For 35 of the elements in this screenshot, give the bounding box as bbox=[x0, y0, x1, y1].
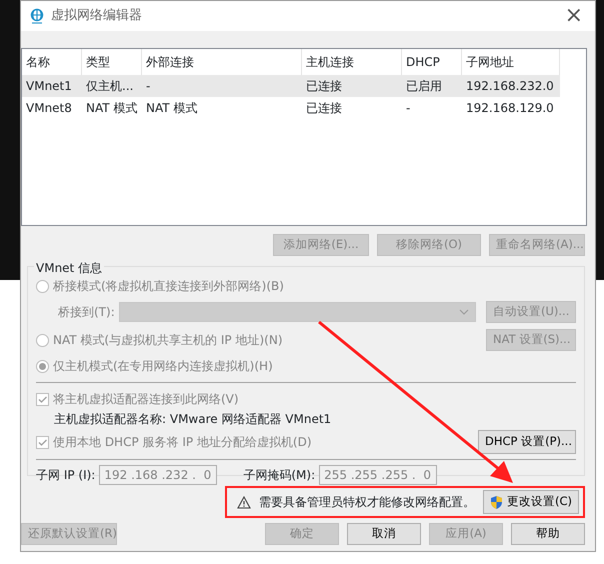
button[interactable]: DHCP 设置(P)... bbox=[478, 430, 576, 454]
radio-label: NAT 模式(与虚拟机共享主机的 IP 地址)(N) bbox=[53, 332, 283, 349]
shield-icon bbox=[490, 494, 503, 510]
group-title: VMnet 信息 bbox=[34, 259, 104, 277]
table-cell-text: 192.168.232.0 bbox=[465, 78, 555, 95]
notice-text: 需要具备管理员特权才能修改网络配置。 bbox=[258, 494, 475, 511]
table-cell-text: NAT 模式 bbox=[85, 100, 138, 117]
table-cell-text: VMnet1 bbox=[25, 78, 73, 95]
checkbox-label: 使用本地 DHCP 服务将 IP 地址分配给虚拟机(D) bbox=[53, 434, 312, 451]
selected-row[interactable]: VMnet1 仅主机... - 已连接 已启用 192.168.232.0 bbox=[22, 75, 560, 97]
radio-label: 桥接模式(将虚拟机直接连接到外部网络)(B) bbox=[53, 278, 284, 295]
table-cell-text: 已连接 bbox=[305, 78, 343, 95]
table-cell-text: 192.168.129.0 bbox=[465, 100, 555, 117]
button[interactable]: 取消 bbox=[347, 523, 421, 545]
table-cell-text: 仅主机... bbox=[85, 78, 134, 95]
table-cell-text: - bbox=[145, 78, 152, 95]
chevron-down-icon bbox=[459, 309, 469, 315]
globe-icon bbox=[29, 8, 45, 24]
checkbox-label: 将主机虚拟适配器连接到此网络(V) bbox=[53, 391, 239, 408]
field-label: 子网掩码(M): bbox=[243, 467, 316, 484]
warning-icon bbox=[236, 496, 251, 508]
table-cell-text: VMnet8 bbox=[25, 100, 73, 117]
field-label: 桥接到(T): bbox=[58, 304, 115, 321]
window-title: 虚拟网络编辑器 bbox=[51, 7, 142, 26]
radio-label: 仅主机模式(在专用网络内连接虚拟机)(H) bbox=[53, 358, 273, 375]
table-cell-text: - bbox=[405, 100, 412, 117]
adapter-name: 主机虚拟适配器名称: VMware 网络适配器 VMnet1 bbox=[54, 411, 332, 428]
close-button[interactable]: × bbox=[560, 5, 587, 27]
table-cell-text: 已连接 bbox=[305, 100, 343, 117]
table-cell-text: 已启用 bbox=[405, 78, 443, 95]
change-settings-button[interactable]: 更改设置(C) bbox=[482, 490, 579, 514]
field-label: 子网 IP (I): bbox=[36, 467, 96, 484]
table-cell-text: NAT 模式 bbox=[145, 100, 198, 117]
network-list[interactable]: 名称 类型 外部连接 主机连接 DHCP 子网地址 VMnet1 仅主机... - 已连接 已启用 192.168.232.0 VMnet8 NAT 模式 NAT 模式 已连接 - 192.168.129.0 bbox=[21, 48, 587, 226]
button[interactable]: 帮助 bbox=[511, 523, 585, 545]
